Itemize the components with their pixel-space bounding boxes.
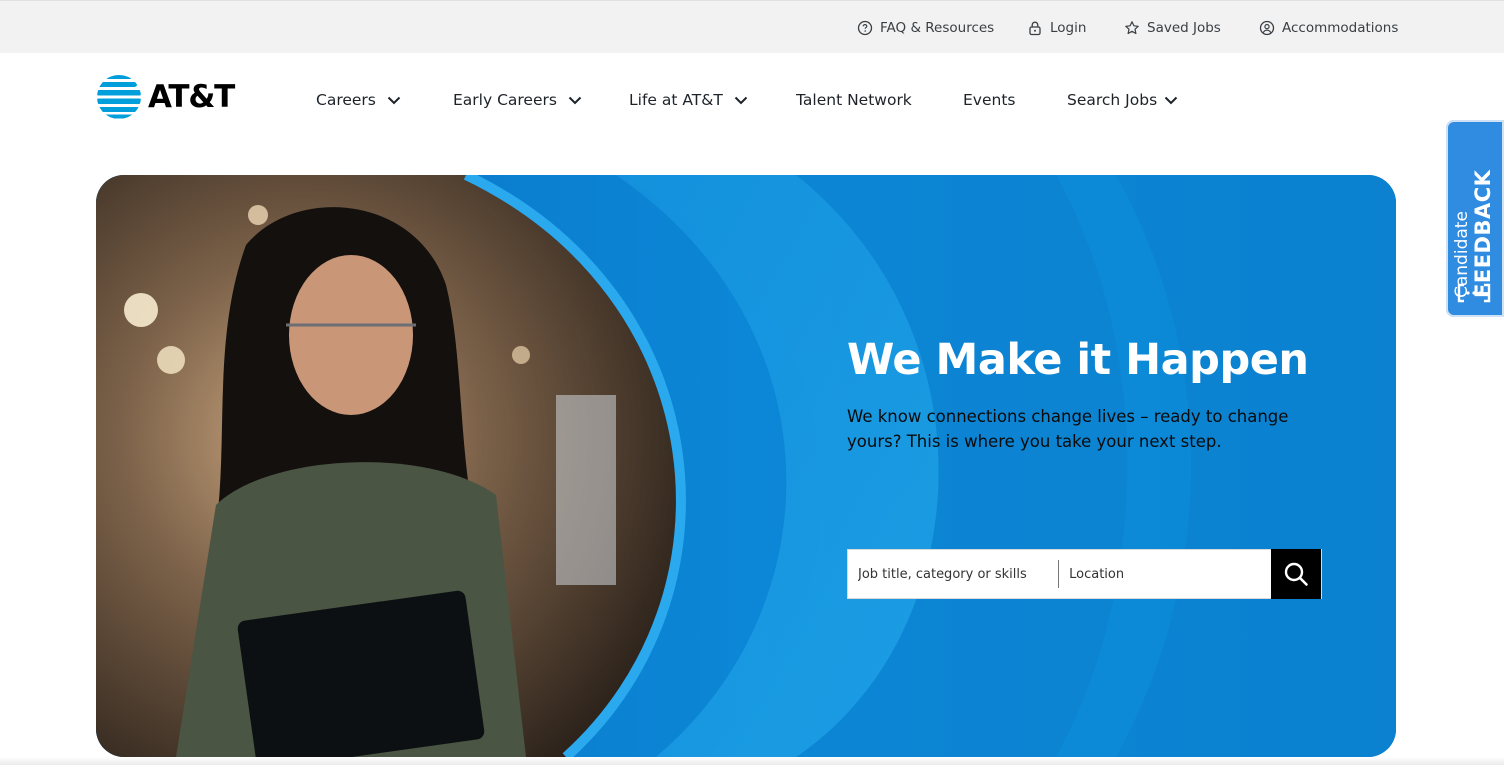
chevron-down-icon xyxy=(1164,96,1178,105)
chevron-down-icon xyxy=(568,96,582,105)
faq-resources-link[interactable]: FAQ & Resources xyxy=(857,18,994,38)
hero-subtitle: We know connections change lives – ready… xyxy=(847,407,1289,451)
utility-bar: FAQ & Resources Login Saved Jobs Accommo… xyxy=(0,0,1504,53)
nav-events-label: Events xyxy=(963,91,1016,109)
login-label: Login xyxy=(1050,20,1087,36)
att-logo[interactable]: AT&T xyxy=(96,73,235,121)
main-navigation: AT&T Careers Early Careers Life at AT&T … xyxy=(0,53,1504,148)
nav-early-careers[interactable]: Early Careers xyxy=(453,89,583,111)
feedback-label: Candidate FEEDBACK xyxy=(1452,169,1495,298)
hero-background xyxy=(96,175,1396,757)
hero-banner: We Make it Happen We know connections ch… xyxy=(96,175,1396,757)
star-icon xyxy=(1125,21,1139,35)
accommodations-link[interactable]: Accommodations xyxy=(1259,18,1398,38)
feedback-line1: Candidate xyxy=(1452,211,1472,298)
nav-talent-network[interactable]: Talent Network xyxy=(796,89,912,111)
search-icon xyxy=(1284,562,1308,586)
nav-talent-network-label: Talent Network xyxy=(796,91,912,109)
nav-early-careers-label: Early Careers xyxy=(453,91,557,109)
job-keyword-input[interactable] xyxy=(848,550,1059,598)
nav-life-at-att-label: Life at AT&T xyxy=(629,91,723,109)
nav-search-jobs[interactable]: Search Jobs xyxy=(1067,89,1179,111)
nav-life-at-att[interactable]: Life at AT&T xyxy=(629,89,749,111)
faq-resources-label: FAQ & Resources xyxy=(880,20,995,36)
nav-search-jobs-label: Search Jobs xyxy=(1067,91,1158,109)
chevron-down-icon xyxy=(387,96,401,105)
saved-jobs-label: Saved Jobs xyxy=(1147,20,1221,36)
bottom-edge xyxy=(0,757,1504,765)
question-circle-icon xyxy=(857,20,873,36)
chevron-down-icon xyxy=(734,96,748,105)
logo-text: AT&T xyxy=(148,79,235,115)
nav-careers-label: Careers xyxy=(316,91,376,109)
accommodations-label: Accommodations xyxy=(1282,20,1399,36)
hero-title: We Make it Happen xyxy=(847,335,1309,385)
search-button[interactable] xyxy=(1271,549,1321,599)
nav-events[interactable]: Events xyxy=(963,89,1015,111)
location-input[interactable] xyxy=(1059,550,1272,598)
job-search-form xyxy=(847,549,1322,599)
candidate-feedback-tab[interactable]: Candidate FEEDBACK xyxy=(1446,120,1504,317)
login-link[interactable]: Login xyxy=(1027,18,1086,38)
saved-jobs-link[interactable]: Saved Jobs xyxy=(1124,18,1221,38)
nav-careers[interactable]: Careers xyxy=(316,89,402,111)
lock-icon xyxy=(1029,21,1041,36)
speech-bracket-icon xyxy=(1457,283,1491,303)
feedback-line2: FEEDBACK xyxy=(1471,169,1495,298)
globe-logo-icon xyxy=(97,75,141,119)
user-circle-icon xyxy=(1259,20,1275,36)
